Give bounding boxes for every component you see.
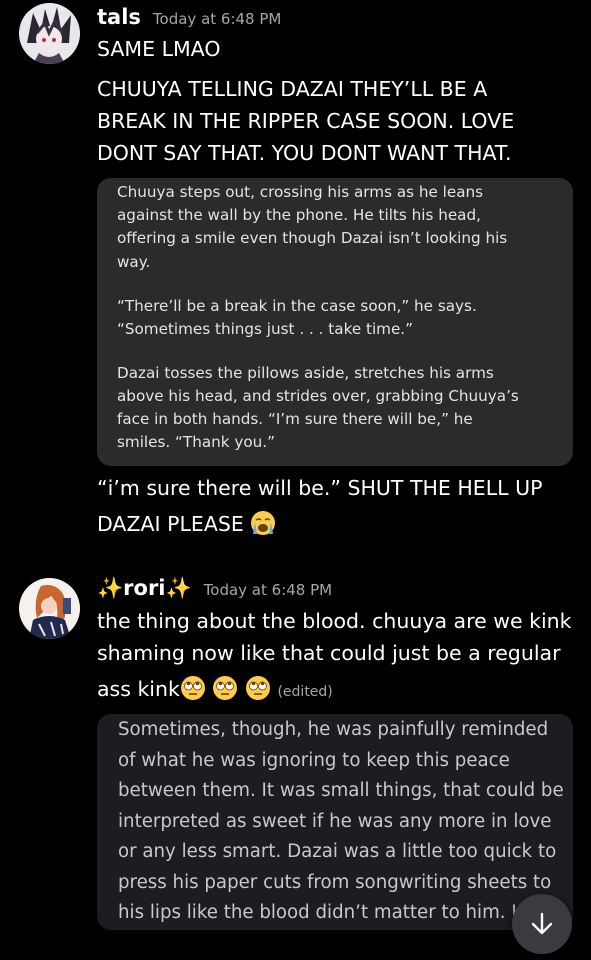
message-text: “i’m sure there will be.” SHUT THE HELL … <box>97 476 543 500</box>
quote-line: Dazai tosses the pillows aside, stretche… <box>117 364 494 382</box>
message-text: the thing about the blood. chuuya are we… <box>97 609 572 633</box>
sparkles-icon: ✨ <box>97 576 124 600</box>
message-header: ✨rori✨ Today at 6:48 PM <box>97 576 332 601</box>
face-with-rolling-eyes-icon[interactable] <box>180 675 206 701</box>
message-text: SAME LMAO <box>97 37 221 61</box>
arrow-down-icon <box>531 912 553 935</box>
message-text: DAZAI PLEASE <box>97 512 244 536</box>
quoted-image[interactable]: Chuuya steps out, crossing his arms as h… <box>97 178 573 466</box>
quote-line: “Sometimes things just . . . take time.” <box>117 320 414 338</box>
image-text-line: press his paper cuts from songwriting sh… <box>118 872 552 893</box>
username-text: rori <box>123 576 166 600</box>
quote-line: offering a smile even though Dazai isn’t… <box>117 229 508 247</box>
message-text: BREAK IN THE RIPPER CASE SOON. LOVE <box>97 109 515 133</box>
message-text: CHUUYA TELLING DAZAI THEY’LL BE A <box>97 77 488 101</box>
message-text: ass kink <box>97 677 180 701</box>
avatar[interactable] <box>19 3 80 64</box>
image-text-line: or any less smart. Dazai was a little to… <box>118 841 557 862</box>
face-with-rolling-eyes-icon[interactable] <box>245 675 271 701</box>
username[interactable]: tals <box>97 5 141 29</box>
message-header: tals Today at 6:48 PM <box>97 5 281 29</box>
quote-line: Chuuya steps out, crossing his arms as h… <box>117 183 484 201</box>
loudly-crying-face-icon[interactable] <box>250 510 276 536</box>
image-text-line: his lips like the blood didn’t matter to… <box>118 902 537 923</box>
timestamp[interactable]: Today at 6:48 PM <box>153 10 281 28</box>
image-text-line: of what he was ignoring to keep this pea… <box>118 750 510 771</box>
image-text-line: Sometimes, though, he was painfully remi… <box>118 719 549 740</box>
image-text-line: between them. It was small things, that … <box>118 780 564 801</box>
quote-line: way. <box>117 253 151 271</box>
quote-line: against the wall by the phone. He tilts … <box>117 206 481 224</box>
attached-image[interactable]: Sometimes, though, he was painfully remi… <box>97 714 573 930</box>
message-text-with-emoji: DAZAI PLEASE <box>97 508 276 541</box>
jump-to-bottom-button[interactable] <box>512 894 572 954</box>
message-text: shaming now like that could just be a re… <box>97 641 561 665</box>
message-text: DONT SAY THAT. YOU DONT WANT THAT. <box>97 141 512 165</box>
timestamp[interactable]: Today at 6:48 PM <box>204 581 332 599</box>
face-with-rolling-eyes-icon[interactable] <box>212 675 238 701</box>
edited-label: (edited) <box>277 684 333 700</box>
message-text-with-emoji: ass kink (edited) <box>97 673 333 709</box>
quote-line: “There’ll be a break in the case soon,” … <box>117 297 477 315</box>
quote-line: above his head, and strides over, grabbi… <box>117 387 519 405</box>
quote-line: smiles. “Thank you.” <box>117 433 275 451</box>
sparkles-icon: ✨ <box>165 576 192 600</box>
username[interactable]: ✨rori✨ <box>97 576 192 601</box>
avatar[interactable] <box>19 578 80 639</box>
quote-line: face in both hands. “I’m sure there will… <box>117 410 473 428</box>
image-text-line: interpreted as sweet if he was any more … <box>118 811 552 832</box>
